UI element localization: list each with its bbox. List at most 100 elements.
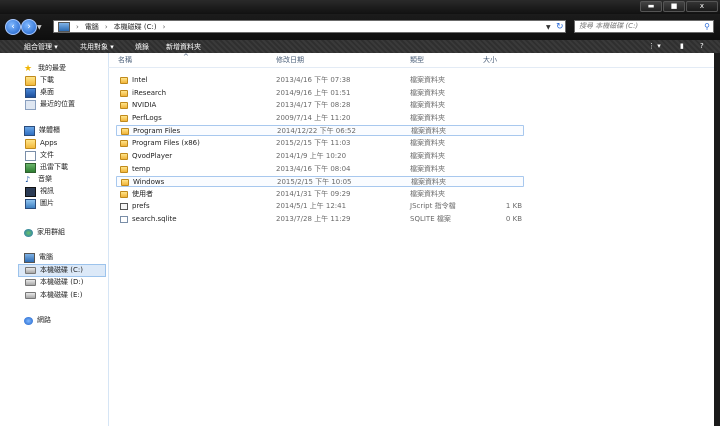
file-row[interactable]: temp 2013/4/16 下午 08:04 檔案資料夾 (116, 164, 524, 175)
sidebar-label: 家用群組 (37, 228, 65, 236)
file-row[interactable]: Windows 2015/2/15 下午 10:05 檔案資料夾 (116, 176, 524, 187)
breadcrumb-drive-c[interactable]: 本機磁碟 (C:) (114, 22, 157, 32)
search-input[interactable]: 搜尋 本機磁碟 (C:) ⚲ (574, 20, 714, 33)
computer-icon (24, 252, 35, 263)
file-row[interactable]: Program Files 2014/12/22 下午 06:52 檔案資料夾 (116, 125, 524, 136)
sidebar-item-drive-d[interactable]: 本機磁碟 (D:) (25, 277, 83, 288)
explorer-content: ★ 我的最愛 下載 桌面 最近的位置 媒體櫃 Apps 文件 迅雷下載 ♪ 音樂… (0, 53, 714, 426)
file-row[interactable]: NVIDIA 2013/4/17 下午 08:28 檔案資料夾 (116, 100, 524, 111)
search-icon[interactable]: ⚲ (704, 21, 710, 32)
command-toolbar: 組合管理 ▾ 共用對象 ▾ 燒錄 新增資料夾 ⋮ ▾ ▮ ? (0, 40, 720, 53)
share-with-button[interactable]: 共用對象 ▾ (80, 42, 114, 52)
sidebar-item-drive-e[interactable]: 本機磁碟 (E:) (25, 290, 82, 301)
folder-icon (120, 77, 128, 84)
folder-icon (120, 153, 128, 160)
network-icon (24, 316, 33, 325)
address-bar[interactable]: › 電腦 › 本機磁碟 (C:) › (53, 20, 566, 33)
sidebar-item-apps[interactable]: Apps (25, 138, 57, 149)
file-type: 檔案資料夾 (411, 178, 446, 186)
sidebar-homegroup[interactable]: 家用群組 (24, 227, 65, 238)
new-folder-button[interactable]: 新增資料夾 (166, 42, 201, 52)
folder-icon (120, 102, 128, 109)
chevron-right-icon[interactable]: › (76, 23, 79, 31)
navigation-bar: ‹ › ▼ › 電腦 › 本機磁碟 (C:) › ▼ ↻ 搜尋 本機磁碟 (C:… (0, 14, 720, 40)
file-row[interactable]: iResearch 2014/9/16 上午 01:51 檔案資料夾 (116, 88, 524, 99)
file-name: QvodPlayer (132, 152, 173, 160)
window-edge (714, 53, 720, 426)
refresh-icon[interactable]: ↻ (556, 22, 568, 32)
sidebar-label: 本機磁碟 (D:) (40, 278, 84, 286)
minimize-button[interactable]: ▬ (640, 1, 662, 12)
sidebar-item-videos[interactable]: 視訊 (25, 186, 54, 197)
breadcrumb-computer[interactable]: 電腦 (85, 22, 99, 32)
sidebar-label: 視訊 (40, 187, 54, 195)
forward-button[interactable]: › (21, 19, 37, 35)
help-icon[interactable]: ? (700, 42, 704, 50)
file-row[interactable]: Program Files (x86) 2015/2/15 下午 11:03 檔… (116, 138, 524, 149)
column-header-date[interactable]: 修改日期 (276, 55, 304, 65)
sidebar-item-drive-c[interactable]: 本機磁碟 (C:) (18, 264, 106, 277)
sidebar-label: 媒體櫃 (39, 126, 60, 134)
file-date: 2014/9/16 上午 01:51 (276, 89, 351, 97)
file-row[interactable]: prefs 2014/5/1 上午 12:41 JScript 指令檔 1 KB (116, 201, 524, 212)
script-file-icon (120, 203, 128, 210)
sidebar-label: 文件 (40, 151, 54, 159)
file-name: Windows (133, 178, 165, 186)
file-name: prefs (132, 202, 150, 210)
file-date: 2014/12/22 下午 06:52 (277, 127, 356, 135)
sidebar-item-documents[interactable]: 文件 (25, 150, 54, 161)
file-icon (120, 216, 128, 223)
folder-icon (121, 179, 129, 186)
file-date: 2013/4/16 下午 08:04 (276, 165, 351, 173)
column-header-size[interactable]: 大小 (483, 55, 497, 65)
file-type: 檔案資料夾 (410, 114, 445, 122)
pictures-icon (25, 198, 36, 209)
sidebar-network[interactable]: 網路 (24, 315, 51, 326)
chevron-right-icon[interactable]: › (163, 23, 166, 31)
documents-icon (25, 150, 36, 161)
close-button[interactable]: x (686, 1, 718, 12)
folder-icon (120, 140, 128, 147)
file-row[interactable]: search.sqlite 2013/7/28 上午 11:29 SQLITE … (116, 214, 524, 225)
sidebar-label: 迅雷下載 (40, 163, 68, 171)
file-name: iResearch (132, 89, 167, 97)
sidebar-item-music[interactable]: ♪ 音樂 (25, 174, 52, 185)
burn-button[interactable]: 燒錄 (135, 42, 149, 52)
address-dropdown-icon[interactable]: ▼ (546, 24, 551, 31)
sidebar-item-downloads[interactable]: 下載 (25, 75, 54, 86)
sidebar-label: 網路 (37, 316, 51, 324)
column-header-type[interactable]: 類型 (410, 55, 424, 65)
file-row[interactable]: PerfLogs 2009/7/14 上午 11:20 檔案資料夾 (116, 113, 524, 124)
maximize-button[interactable]: ■ (663, 1, 685, 12)
file-row[interactable]: QvodPlayer 2014/1/9 上午 10:20 檔案資料夾 (116, 151, 524, 162)
sidebar-item-thunder-downloads[interactable]: 迅雷下載 (25, 162, 68, 173)
desktop-icon (25, 87, 36, 98)
recent-places-icon (25, 99, 36, 110)
sidebar-item-desktop[interactable]: 桌面 (25, 87, 54, 98)
file-date: 2014/1/31 下午 09:29 (276, 190, 351, 198)
sidebar-label: 音樂 (38, 175, 52, 183)
sidebar-libraries[interactable]: 媒體櫃 (24, 125, 60, 136)
back-button[interactable]: ‹ (5, 19, 21, 35)
file-name: PerfLogs (132, 114, 162, 122)
column-header-name[interactable]: 名稱 (118, 55, 132, 65)
preview-pane-icon[interactable]: ▮ (680, 42, 684, 50)
chevron-right-icon[interactable]: › (105, 23, 108, 31)
file-row[interactable]: 使用者 2014/1/31 下午 09:29 檔案資料夾 (116, 189, 524, 200)
file-type: 檔案資料夾 (410, 152, 445, 160)
sidebar-item-recent-places[interactable]: 最近的位置 (25, 99, 75, 110)
sidebar-item-pictures[interactable]: 圖片 (25, 198, 54, 209)
sidebar-favorites[interactable]: ★ 我的最愛 (24, 63, 66, 74)
history-dropdown-icon[interactable]: ▼ (37, 24, 42, 31)
thunder-downloads-icon (25, 162, 36, 173)
file-row[interactable]: Intel 2013/4/16 下午 07:38 檔案資料夾 (116, 75, 524, 86)
file-type: 檔案資料夾 (410, 89, 445, 97)
file-type: 檔案資料夾 (410, 139, 445, 147)
hard-drive-icon (25, 279, 36, 286)
folder-icon (25, 138, 36, 149)
view-options-icon[interactable]: ⋮ ▾ (648, 42, 661, 50)
sidebar-label: 桌面 (40, 88, 54, 96)
sidebar-computer[interactable]: 電腦 (24, 252, 53, 263)
file-name: Intel (132, 76, 148, 84)
organize-button[interactable]: 組合管理 ▾ (24, 42, 58, 52)
